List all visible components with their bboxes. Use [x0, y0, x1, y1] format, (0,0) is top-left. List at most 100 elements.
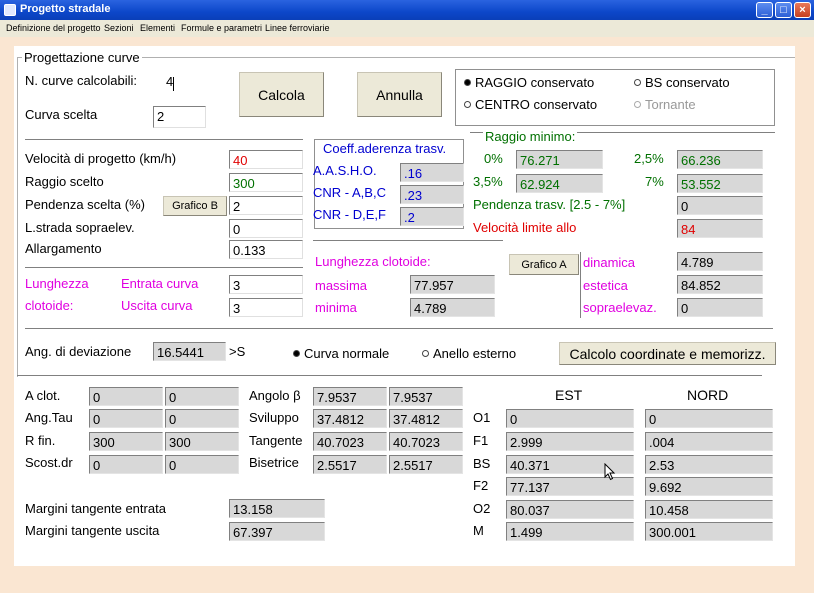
- menu-formule[interactable]: Formule e parametri: [181, 23, 262, 33]
- radio-normale-label: Curva normale: [304, 346, 390, 361]
- r0-label: 0%: [484, 151, 503, 166]
- radio-anello-label: Anello esterno: [433, 346, 517, 361]
- sopraelevaz-value: 0: [677, 298, 763, 317]
- menu-sezioni[interactable]: Sezioni: [104, 23, 134, 33]
- velocita-input[interactable]: 40: [229, 150, 303, 169]
- o1-nord: 0: [645, 409, 773, 428]
- raggio-min-title: Raggio minimo:: [483, 129, 578, 144]
- a-clot-label: A clot.: [25, 388, 61, 403]
- calcolo-coordinate-button[interactable]: Calcolo coordinate e memorizz.: [559, 342, 776, 365]
- calcola-button[interactable]: Calcola: [239, 72, 324, 117]
- o1-label: O1: [473, 410, 491, 425]
- f2-label: F2: [473, 478, 489, 493]
- window-title: Progetto stradale: [20, 3, 111, 15]
- scost-dr-value-2: 0: [165, 455, 239, 474]
- a-clot-value-2: 0: [165, 387, 239, 406]
- radio-bs[interactable]: BS conservato: [634, 75, 730, 90]
- lstrada-input[interactable]: 0: [229, 219, 303, 238]
- scost-dr-value-1: 0: [89, 455, 163, 474]
- lunghezza-label: Lunghezza: [25, 276, 89, 291]
- radio-centro-label: CENTRO conservato: [475, 97, 598, 112]
- vel-limite-value: 84: [677, 219, 763, 238]
- menu-definizione[interactable]: Definizione del progetto: [6, 23, 101, 33]
- clotoide-label: clotoide:: [25, 298, 74, 313]
- r25-value: 66.236: [677, 150, 763, 169]
- angolo-beta-label: Angolo β: [249, 388, 301, 403]
- tangente-value-2: 40.7023: [389, 432, 463, 451]
- radio-centro[interactable]: CENTRO conservato: [464, 97, 597, 112]
- margini-entrata-label: Margini tangente entrata: [25, 501, 166, 516]
- uscita-curva-input[interactable]: 3: [229, 298, 303, 317]
- radio-bs-icon: [634, 79, 641, 87]
- pendenza-input[interactable]: 2: [229, 196, 303, 215]
- tangente-label: Tangente: [249, 433, 303, 448]
- grafico-b-button[interactable]: Grafico B: [163, 196, 227, 216]
- radio-tornante-icon: [634, 101, 641, 109]
- ang-tau-value-2: 0: [165, 409, 239, 428]
- uscita-curva-label: Uscita curva: [121, 298, 193, 313]
- radio-tornante: Tornante: [634, 97, 696, 112]
- menu-bar: Definizione del progetto Sezioni Element…: [0, 20, 814, 37]
- radio-normale-icon: [293, 350, 300, 358]
- cnr-abc-value: .23: [400, 185, 464, 204]
- annulla-button[interactable]: Annulla: [357, 72, 442, 117]
- separator: [313, 240, 503, 241]
- raggio-input[interactable]: 300: [229, 173, 303, 192]
- close-button[interactable]: ×: [794, 2, 811, 18]
- margini-uscita-label: Margini tangente uscita: [25, 523, 160, 538]
- massima-value: 77.957: [410, 275, 495, 294]
- sviluppo-value-2: 37.4812: [389, 409, 463, 428]
- menu-elementi[interactable]: Elementi: [140, 23, 175, 33]
- r7-value: 53.552: [677, 174, 763, 193]
- minimize-button[interactable]: _: [756, 2, 773, 18]
- separator: [17, 375, 762, 376]
- radio-raggio-icon: [464, 79, 471, 87]
- maximize-button[interactable]: □: [775, 2, 792, 18]
- curva-input[interactable]: 2: [153, 106, 206, 128]
- o2-est: 80.037: [506, 500, 634, 519]
- margini-entrata-value: 13.158: [229, 499, 325, 518]
- ang-tau-label: Ang.Tau: [25, 410, 73, 425]
- app-icon: [4, 4, 16, 16]
- radio-raggio[interactable]: RAGGIO conservato: [464, 75, 594, 90]
- scost-dr-label: Scost.dr: [25, 455, 73, 470]
- allargamento-label: Allargamento: [25, 241, 102, 256]
- velocita-label: Velocità di progetto (km/h): [25, 151, 177, 166]
- separator: [25, 267, 303, 268]
- menu-linee-ferroviarie[interactable]: Linee ferroviarie: [265, 23, 330, 33]
- title-bar: Progetto stradale _ □ ×: [0, 0, 814, 20]
- allargamento-input[interactable]: 0.133: [229, 240, 303, 259]
- deviazione-unit: >S: [229, 344, 246, 359]
- grafico-a-button[interactable]: Grafico A: [509, 254, 579, 275]
- a-clot-value-1: 0: [89, 387, 163, 406]
- m-nord: 300.001: [645, 522, 773, 541]
- dinamica-value: 4.789: [677, 252, 763, 271]
- radio-curva-normale[interactable]: Curva normale: [293, 346, 389, 361]
- group-title: Progettazione curve: [22, 50, 142, 65]
- n-curve-label: N. curve calcolabili:: [25, 73, 137, 88]
- aasho-value: .16: [400, 163, 464, 182]
- r-fin-label: R fin.: [25, 433, 56, 448]
- entrata-curva-input[interactable]: 3: [229, 275, 303, 294]
- group-border-left: [17, 57, 18, 377]
- separator: [580, 252, 581, 318]
- lstrada-label: L.strada sopraelev.: [25, 220, 135, 235]
- entrata-curva-label: Entrata curva: [121, 276, 199, 291]
- sopraelevaz-label: sopraelevaz.: [583, 300, 657, 315]
- angolo-beta-value-2: 7.9537: [389, 387, 463, 406]
- margini-uscita-value: 67.397: [229, 522, 325, 541]
- cnr-abc-label: CNR - A,B,C: [313, 185, 386, 200]
- r7-label: 7%: [645, 174, 664, 189]
- dinamica-label: dinamica: [583, 255, 636, 270]
- estetica-value: 84.852: [677, 275, 763, 294]
- sviluppo-label: Sviluppo: [249, 410, 299, 425]
- minima-label: minima: [315, 300, 357, 315]
- angolo-beta-value-1: 7.9537: [313, 387, 387, 406]
- nord-header: NORD: [687, 387, 729, 403]
- pendenza-trasv-value: 0: [677, 196, 763, 215]
- curva-label: Curva scelta: [25, 107, 98, 122]
- lung-clot-title: Lunghezza clotoide:: [315, 254, 431, 269]
- cnr-def-value: .2: [400, 207, 464, 226]
- minima-value: 4.789: [410, 298, 495, 317]
- radio-anello-esterno[interactable]: Anello esterno: [422, 346, 516, 361]
